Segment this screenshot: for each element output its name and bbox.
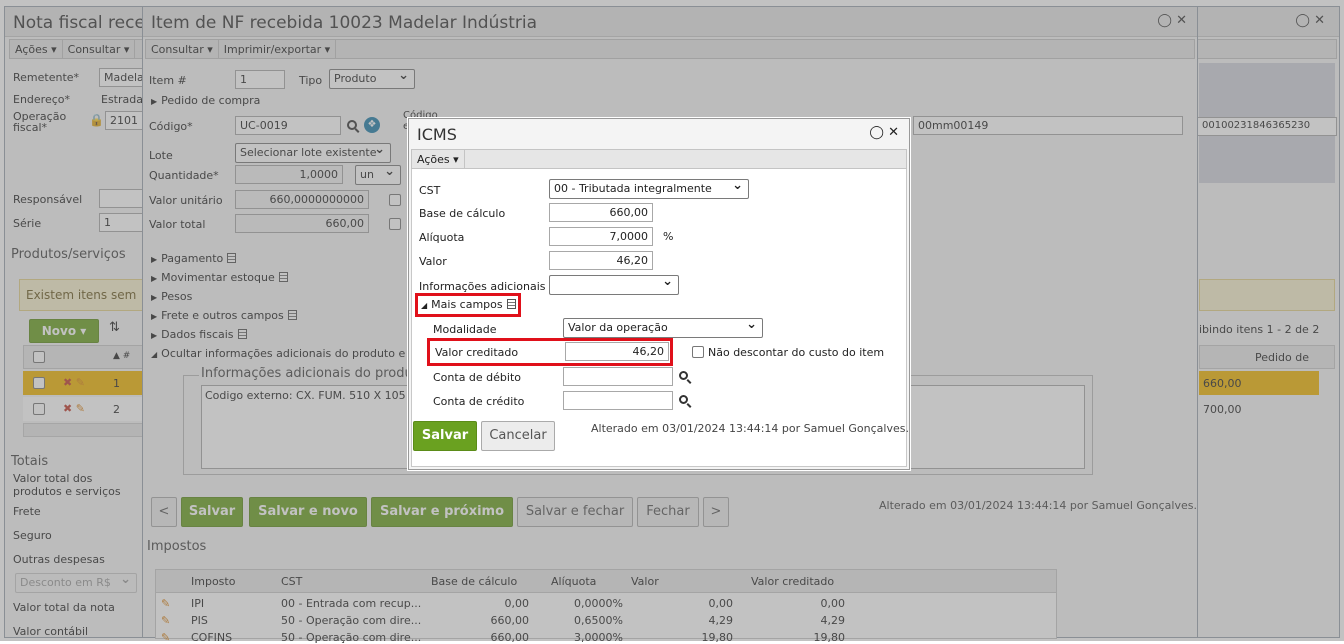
- nao-descontar-label: Não descontar do custo do item: [708, 346, 885, 359]
- icms-titlebar: ICMS ◯ ✕: [409, 119, 909, 149]
- base-calculo-input[interactable]: 660,00: [549, 203, 653, 222]
- conta-debito-input[interactable]: [563, 367, 673, 386]
- valor-label: Valor: [419, 255, 447, 268]
- valor-creditado-input[interactable]: 46,20: [565, 342, 669, 361]
- info-adicionais-select[interactable]: [549, 275, 679, 295]
- icms-dialog: ICMS ◯ ✕ Ações ▾ CST 00 - Tributada inte…: [408, 118, 910, 470]
- icms-alterado: Alterado em 03/01/2024 13:44:14 por Samu…: [591, 422, 909, 435]
- icms-acoes-menu[interactable]: Ações ▾: [412, 150, 465, 169]
- valor-input[interactable]: 46,20: [549, 251, 653, 270]
- mais-campos-toggle[interactable]: ◢ Mais campos: [421, 298, 516, 311]
- icms-window-controls[interactable]: ◯ ✕: [869, 125, 899, 140]
- modalidade-select[interactable]: Valor da operação: [563, 318, 763, 338]
- conta-credito-input[interactable]: [563, 391, 673, 410]
- nao-descontar-checkbox[interactable]: [692, 346, 704, 358]
- modalidade-label: Modalidade: [433, 323, 497, 336]
- icms-cancelar-button[interactable]: Cancelar: [481, 421, 555, 451]
- conta-credito-label: Conta de crédito: [433, 395, 525, 408]
- aliquota-input[interactable]: 7,0000: [549, 227, 653, 246]
- cst-label: CST: [419, 184, 441, 197]
- info-adicionais-label: Informações adicionais: [419, 280, 546, 293]
- conta-credito-search-icon[interactable]: [679, 395, 688, 404]
- aliquota-label: Alíquota: [419, 231, 465, 244]
- aliquota-unit: %: [663, 230, 674, 243]
- cst-select[interactable]: 00 - Tributada integralmente: [549, 179, 749, 199]
- base-calculo-label: Base de cálculo: [419, 207, 506, 220]
- conta-debito-label: Conta de débito: [433, 371, 522, 384]
- icms-title: ICMS: [417, 125, 457, 144]
- valor-creditado-label: Valor creditado: [435, 346, 519, 359]
- icms-salvar-button[interactable]: Salvar: [413, 421, 477, 451]
- conta-debito-search-icon[interactable]: [679, 371, 688, 380]
- icms-menubar: Ações ▾: [411, 149, 907, 169]
